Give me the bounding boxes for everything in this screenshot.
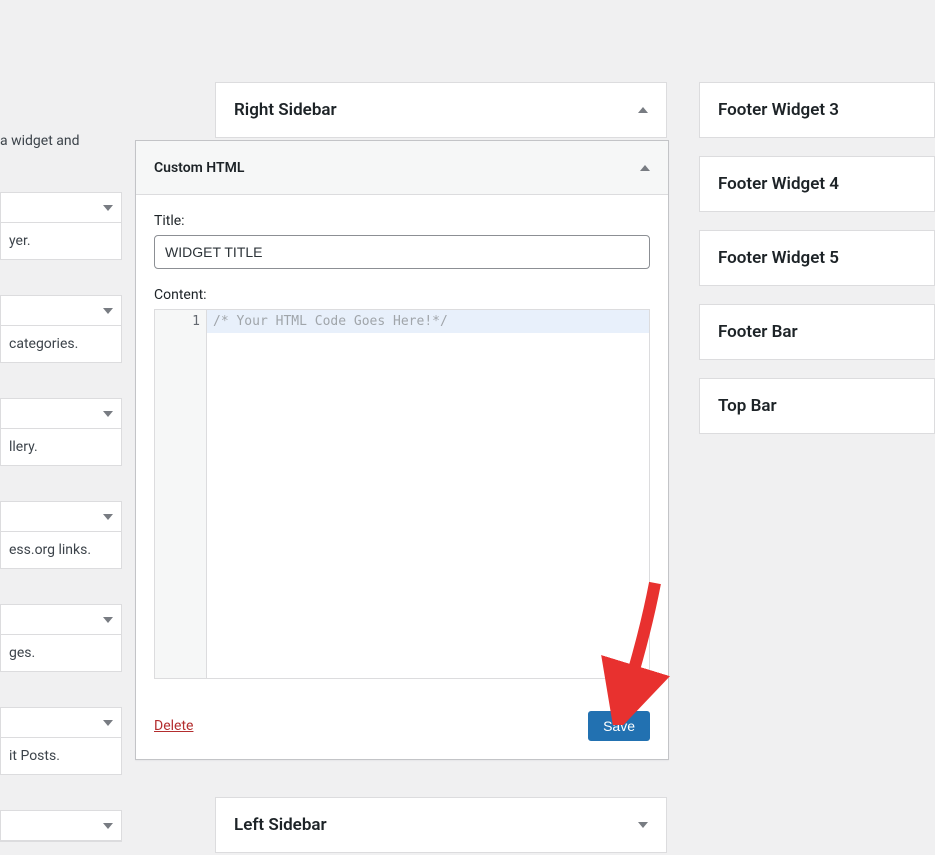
code-gutter: 1: [155, 310, 207, 678]
chevron-down-icon: [103, 308, 113, 314]
content-label: Content:: [154, 287, 650, 303]
available-widget-desc: llery.: [1, 429, 121, 465]
widget-area-header-footer-5[interactable]: Footer Widget 5: [699, 230, 935, 286]
custom-html-widget-panel: Custom HTML Title: Content: 1 /* Your HT…: [135, 140, 669, 760]
chevron-down-icon: [638, 822, 648, 828]
code-line: /* Your HTML Code Goes Here!*/: [207, 310, 649, 333]
right-widget-areas-column: Footer Widget 3 Footer Widget 4 Footer W…: [699, 82, 935, 452]
chevron-down-icon: [103, 205, 113, 211]
widget-area-title: Left Sidebar: [234, 815, 327, 835]
title-input[interactable]: [154, 235, 650, 269]
widget-area-title: Footer Widget 5: [718, 248, 839, 268]
available-widget[interactable]: ges.: [0, 604, 122, 672]
chevron-up-icon: [640, 165, 650, 171]
left-sidebar-area: Left Sidebar: [215, 797, 667, 853]
widget-panel-header[interactable]: Custom HTML: [136, 141, 668, 195]
widget-area-header-footer-bar[interactable]: Footer Bar: [699, 304, 935, 360]
delete-link[interactable]: Delete: [154, 718, 193, 734]
right-sidebar-area: Right Sidebar: [215, 82, 667, 138]
available-widget[interactable]: ess.org links.: [0, 501, 122, 569]
widget-area-header-footer-4[interactable]: Footer Widget 4: [699, 156, 935, 212]
widget-area-header-footer-3[interactable]: Footer Widget 3: [699, 82, 935, 138]
widget-area-header-top-bar[interactable]: Top Bar: [699, 378, 935, 434]
content-code-editor[interactable]: 1 /* Your HTML Code Goes Here!*/: [154, 309, 650, 679]
widget-area-title: Right Sidebar: [234, 100, 337, 120]
available-widget-desc: yer.: [1, 223, 121, 259]
widget-area-title: Top Bar: [718, 396, 777, 416]
available-widget-desc: it Posts.: [1, 738, 121, 774]
chevron-down-icon: [103, 617, 113, 623]
code-area[interactable]: /* Your HTML Code Goes Here!*/: [207, 310, 649, 678]
chevron-down-icon: [103, 720, 113, 726]
save-button[interactable]: Save: [588, 711, 650, 741]
chevron-down-icon: [103, 823, 113, 829]
available-widget[interactable]: yer.: [0, 192, 122, 260]
available-widget[interactable]: categories.: [0, 295, 122, 363]
widget-name: Custom HTML: [154, 160, 244, 176]
widget-area-title: Footer Widget 3: [718, 100, 839, 120]
widget-area-header-right-sidebar[interactable]: Right Sidebar: [215, 82, 667, 138]
title-label: Title:: [154, 213, 650, 229]
available-widgets-column: a widget and yer. categories. llery. ess…: [0, 0, 130, 855]
widget-area-title: Footer Widget 4: [718, 174, 839, 194]
available-widget[interactable]: it Posts.: [0, 707, 122, 775]
available-widget-desc: categories.: [1, 326, 121, 362]
chevron-down-icon: [103, 411, 113, 417]
available-widget-desc: ges.: [1, 635, 121, 671]
widget-area-title: Footer Bar: [718, 322, 798, 342]
widget-area-header-left-sidebar[interactable]: Left Sidebar: [215, 797, 667, 853]
chevron-up-icon: [638, 107, 648, 113]
available-widgets-desc: a widget and: [0, 133, 80, 149]
available-widget[interactable]: [0, 810, 122, 842]
available-widget-desc: ess.org links.: [1, 532, 121, 568]
available-widget[interactable]: llery.: [0, 398, 122, 466]
chevron-down-icon: [103, 514, 113, 520]
